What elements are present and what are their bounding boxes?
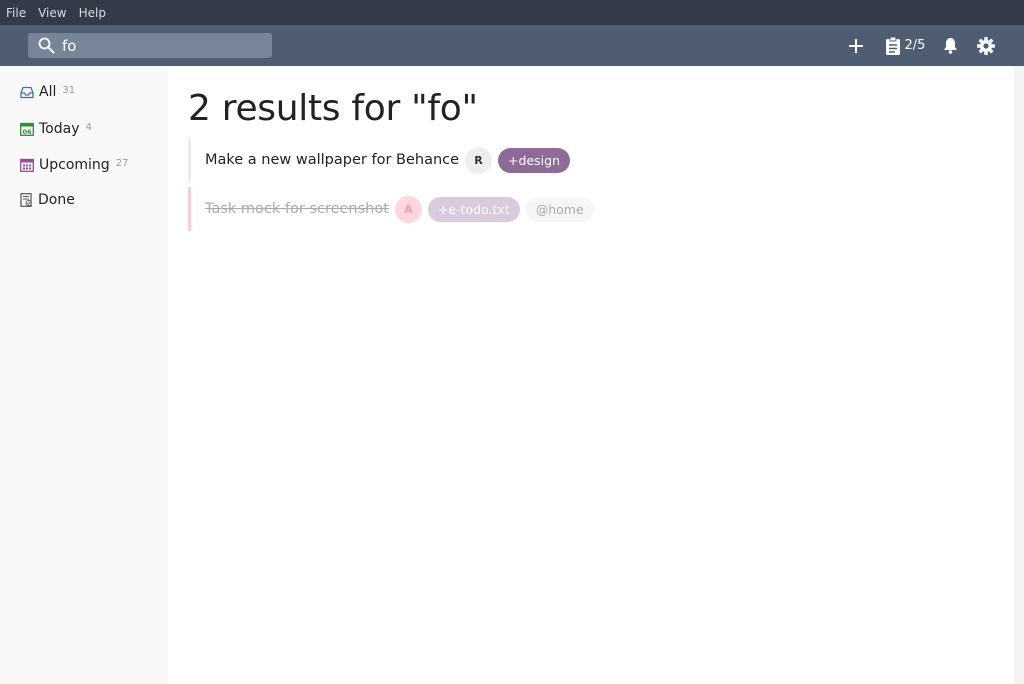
sidebar-item-label: All — [39, 84, 57, 100]
inbox-icon — [20, 86, 34, 98]
menu-help[interactable]: Help — [79, 6, 106, 20]
main-content: 2 results for "fo" Make a new wallpaper … — [168, 66, 1014, 684]
scrollbar-track[interactable] — [1014, 66, 1024, 684]
project-tag[interactable]: +design — [498, 147, 570, 173]
todo-text[interactable]: Make a new wallpaper for Behance — [205, 152, 459, 168]
plus-icon — [849, 38, 863, 53]
context-tag[interactable]: @home — [525, 196, 594, 222]
todo-text[interactable]: Task mock for screenshot — [205, 201, 389, 217]
sidebar-item-label: Done — [38, 192, 75, 208]
todo-counter: 2/5 — [904, 38, 926, 53]
search-input[interactable] — [62, 35, 262, 56]
sidebar-item-done[interactable]: Done — [20, 190, 75, 210]
sidebar-item-upcoming[interactable]: Upcoming 27 — [20, 155, 128, 175]
todo-counter-button[interactable]: 2/5 — [883, 25, 927, 66]
gear-icon — [977, 36, 995, 55]
sidebar-item-label: Upcoming — [39, 157, 110, 173]
sidebar-item-label: Today — [39, 121, 80, 137]
add-todo-button[interactable] — [845, 25, 867, 66]
app-header: 2/5 — [0, 25, 1024, 66]
svg-text:06: 06 — [22, 128, 32, 136]
page-title: 2 results for "fo" — [188, 88, 478, 129]
project-tag[interactable]: +e-todo.txt — [427, 196, 520, 222]
sidebar-item-all[interactable]: All 31 — [20, 82, 75, 102]
menu-bar: File View Help — [0, 0, 1024, 25]
sidebar-item-today[interactable]: 06 Today 4 — [20, 119, 92, 139]
todo-item[interactable]: Make a new wallpaper for Behance R +desi… — [188, 138, 570, 182]
todo-item-completed[interactable]: Task mock for screenshot A +e-todo.txt @… — [188, 187, 594, 231]
search-icon — [38, 37, 55, 54]
bell-icon — [943, 38, 957, 54]
priority-badge[interactable]: R — [465, 146, 493, 174]
sidebar-item-count: 4 — [85, 122, 92, 133]
menu-file[interactable]: File — [6, 6, 26, 20]
search-box[interactable] — [28, 33, 272, 58]
clipboard-icon — [885, 36, 900, 55]
calendar-today-icon: 06 — [20, 122, 34, 136]
priority-badge[interactable]: A — [394, 195, 422, 223]
sidebar-item-count: 27 — [115, 158, 129, 169]
notifications-button[interactable] — [941, 25, 959, 66]
calendar-icon — [20, 158, 34, 172]
sidebar: All 31 06 Today 4 Upcoming 27 Done — [0, 66, 168, 684]
document-check-icon — [20, 193, 32, 207]
settings-button[interactable] — [976, 25, 996, 66]
sidebar-item-count: 31 — [62, 85, 76, 96]
menu-view[interactable]: View — [38, 6, 66, 20]
